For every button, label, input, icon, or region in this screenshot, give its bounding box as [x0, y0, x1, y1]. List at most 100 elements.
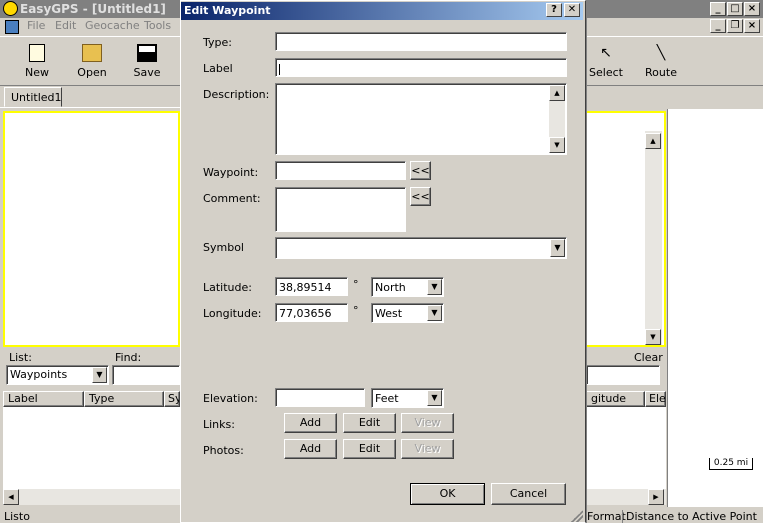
- map-vertical-scrollbar[interactable]: [645, 131, 662, 345]
- menu-tools[interactable]: Tools: [144, 19, 171, 32]
- waypoint-label: Waypoint:: [203, 166, 259, 179]
- child-restore-button[interactable]: ❐: [727, 19, 743, 33]
- folder-icon: [82, 44, 102, 62]
- chevron-down-icon: ▼: [92, 367, 107, 383]
- tab-untitled1[interactable]: Untitled1: [4, 87, 62, 107]
- scale-bar: 0.25 mi: [709, 458, 753, 470]
- menu-file[interactable]: File: [27, 19, 45, 32]
- label-label: Label: [203, 62, 233, 75]
- links-view-button[interactable]: View: [401, 413, 454, 433]
- longitude-input[interactable]: 77,03656: [275, 303, 348, 322]
- description-textarea[interactable]: [275, 83, 567, 155]
- latitude-label: Latitude:: [203, 281, 252, 294]
- menu-geocache[interactable]: Geocache: [85, 19, 140, 32]
- column-label[interactable]: Label: [3, 391, 84, 407]
- status-format: Format: [584, 510, 626, 523]
- photos-edit-button[interactable]: Edit: [343, 439, 396, 459]
- smiley-icon: [3, 1, 18, 16]
- menu-edit[interactable]: Edit: [55, 19, 76, 32]
- dialog-title: Edit Waypoint: [184, 4, 271, 17]
- text-cursor: [279, 63, 280, 75]
- ok-button[interactable]: OK: [410, 483, 485, 505]
- list-header-right: gitude Ele: [586, 391, 666, 407]
- scroll-right-button[interactable]: ▶: [648, 489, 664, 505]
- waypoint-copy-button[interactable]: <<: [410, 161, 431, 180]
- photos-view-button[interactable]: View: [401, 439, 454, 459]
- latitude-degree: °: [353, 278, 359, 291]
- symbol-select[interactable]: ▼: [275, 237, 567, 259]
- list-select[interactable]: Waypoints ▼: [6, 365, 109, 385]
- maximize-button[interactable]: □: [727, 2, 743, 16]
- chevron-down-icon: ▼: [427, 279, 442, 295]
- app-title: EasyGPS - [Untitled1]: [20, 2, 166, 16]
- comment-textarea[interactable]: [275, 187, 406, 232]
- child-close-button[interactable]: ×: [744, 19, 760, 33]
- status-text: Listo: [4, 510, 30, 523]
- scroll-up-button[interactable]: ▲: [645, 133, 661, 149]
- help-button[interactable]: ?: [546, 3, 562, 17]
- select-button[interactable]: ↖ Select: [583, 42, 629, 82]
- photos-label: Photos:: [203, 444, 244, 457]
- resize-grip-icon[interactable]: [571, 510, 583, 522]
- latitude-direction-select[interactable]: North ▼: [371, 277, 444, 297]
- doc-icon: [5, 20, 19, 34]
- links-label: Links:: [203, 418, 235, 431]
- description-label: Description:: [203, 88, 270, 101]
- cancel-button[interactable]: Cancel: [491, 483, 566, 505]
- column-longitude[interactable]: gitude: [586, 391, 645, 407]
- open-button[interactable]: Open: [69, 42, 115, 82]
- waypoint-list[interactable]: [3, 407, 180, 489]
- clear-button[interactable]: Clear: [634, 351, 663, 364]
- chevron-down-icon: ▼: [427, 305, 442, 321]
- child-minimize-button[interactable]: _: [710, 19, 726, 33]
- list-horizontal-scrollbar[interactable]: [3, 489, 180, 505]
- elevation-input[interactable]: [275, 388, 365, 407]
- close-button[interactable]: ×: [744, 2, 760, 16]
- cursor-icon: ↖: [600, 45, 612, 61]
- comment-copy-button[interactable]: <<: [410, 187, 431, 206]
- waypoint-list-right[interactable]: [586, 407, 666, 489]
- waypoint-input[interactable]: [275, 161, 406, 180]
- type-input[interactable]: [275, 32, 567, 51]
- new-file-icon: [29, 44, 45, 62]
- floppy-icon: [137, 44, 157, 62]
- map-view[interactable]: [667, 109, 763, 507]
- list-label: List:: [9, 351, 32, 364]
- waypoint-panel-left: [3, 111, 180, 347]
- new-button[interactable]: New: [14, 42, 60, 82]
- column-type[interactable]: Type: [84, 391, 164, 407]
- find-label: Find:: [115, 351, 142, 364]
- comment-label: Comment:: [203, 192, 261, 205]
- find-input-right[interactable]: [586, 365, 660, 385]
- chevron-down-icon: ▼: [550, 239, 565, 257]
- links-add-button[interactable]: Add: [284, 413, 337, 433]
- latitude-input[interactable]: 38,89514: [275, 277, 348, 296]
- dialog-close-button[interactable]: ✕: [564, 3, 580, 17]
- elevation-label: Elevation:: [203, 392, 258, 405]
- description-scroll-down[interactable]: ▼: [549, 137, 565, 153]
- longitude-label: Longitude:: [203, 307, 262, 320]
- symbol-label: Symbol: [203, 241, 244, 254]
- longitude-direction-select[interactable]: West ▼: [371, 303, 444, 323]
- list-header: Label Type Sy: [3, 391, 180, 407]
- dialog-title-bar: Edit Waypoint: [181, 2, 583, 20]
- find-input[interactable]: [112, 365, 180, 385]
- scroll-left-button[interactable]: ◀: [3, 489, 19, 505]
- chevron-down-icon: ▼: [427, 390, 442, 406]
- route-button[interactable]: ╲ Route: [638, 42, 684, 82]
- longitude-degree: °: [353, 304, 359, 317]
- column-symbol[interactable]: Sy: [164, 391, 180, 407]
- label-input[interactable]: [275, 58, 567, 77]
- status-distance: Distance to Active Point: [622, 510, 757, 523]
- minimize-button[interactable]: _: [710, 2, 726, 16]
- pencil-icon: ╲: [656, 45, 666, 61]
- type-label: Type:: [203, 36, 232, 49]
- save-button[interactable]: Save: [124, 42, 170, 82]
- description-scroll-up[interactable]: ▲: [549, 85, 565, 101]
- tab-strip-line: [0, 107, 180, 108]
- elevation-unit-select[interactable]: Feet ▼: [371, 388, 444, 408]
- scroll-down-button[interactable]: ▼: [645, 329, 661, 345]
- photos-add-button[interactable]: Add: [284, 439, 337, 459]
- links-edit-button[interactable]: Edit: [343, 413, 396, 433]
- column-elevation[interactable]: Ele: [645, 391, 666, 407]
